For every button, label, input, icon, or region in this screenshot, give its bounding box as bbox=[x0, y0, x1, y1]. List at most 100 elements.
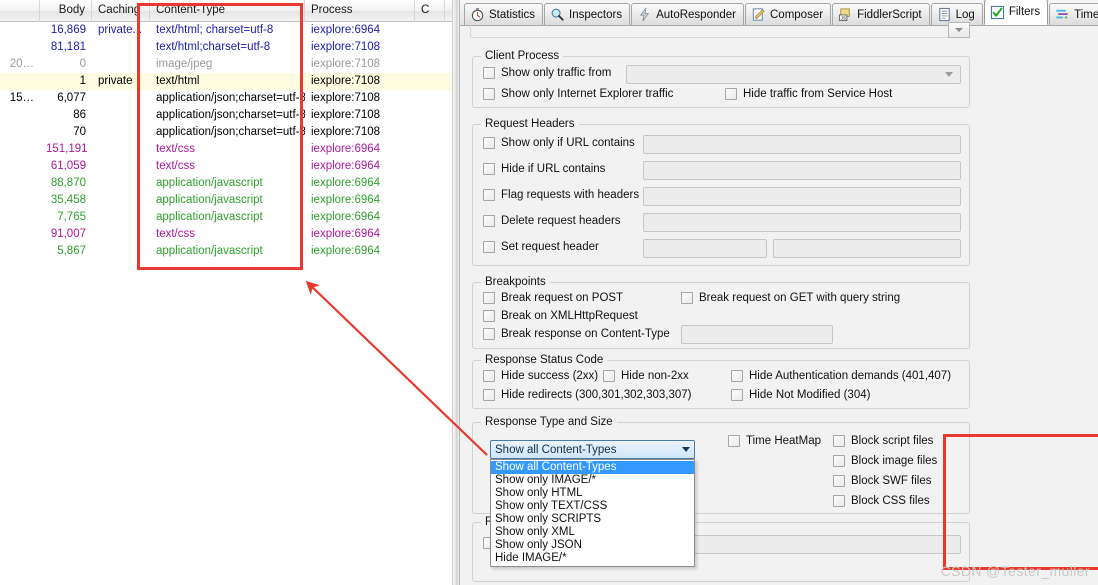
table-row[interactable]: 1 private text/html iexplore:7108 bbox=[0, 73, 452, 90]
select-content-type-filter[interactable]: Show all Content-Types bbox=[490, 440, 695, 459]
checkbox-box[interactable] bbox=[833, 455, 845, 467]
checkbox-hide-if-url-contains[interactable]: Hide if URL contains bbox=[483, 163, 605, 175]
checkbox-show-only-if-url-contains[interactable]: Show only if URL contains bbox=[483, 137, 635, 149]
checkbox-box[interactable] bbox=[483, 67, 495, 79]
checkbox-box[interactable] bbox=[483, 88, 495, 100]
checkbox-box[interactable] bbox=[731, 370, 743, 382]
checkbox-box[interactable] bbox=[483, 328, 495, 340]
dropdown-option[interactable]: Show only IMAGE/* bbox=[491, 474, 694, 487]
session-grid-body[interactable]: 16,869 private... text/html; charset=utf-8… bbox=[0, 22, 452, 260]
checkbox-hide-service-host-traffic[interactable]: Hide traffic from Service Host bbox=[725, 88, 892, 100]
tab-timeline[interactable]: Timeline bbox=[1049, 3, 1098, 25]
checkbox-hide-auth-demands[interactable]: Hide Authentication demands (401,407) bbox=[731, 370, 951, 382]
checkbox-box[interactable] bbox=[483, 310, 495, 322]
table-row[interactable]: 81,181 text/html;charset=utf-8 iexplore:71… bbox=[0, 39, 452, 56]
checkbox-box[interactable] bbox=[483, 137, 495, 149]
panel-scroll-spinner[interactable] bbox=[948, 22, 970, 38]
session-list-pane: Body Caching Content-Type Process C 16,8… bbox=[0, 0, 452, 585]
table-row[interactable]: 61,059 text/css iexplore:6964 bbox=[0, 158, 452, 175]
checkbox-box[interactable] bbox=[483, 292, 495, 304]
checkbox-block-image-files[interactable]: Block image files bbox=[833, 455, 937, 467]
input-set-request-header-value[interactable] bbox=[773, 239, 961, 258]
column-header-more[interactable]: C bbox=[415, 0, 445, 22]
checkbox-block-swf-files[interactable]: Block SWF files bbox=[833, 475, 932, 487]
checkbox-box[interactable] bbox=[833, 495, 845, 507]
checkbox-show-only-ie-traffic[interactable]: Show only Internet Explorer traffic bbox=[483, 88, 673, 100]
checkbox-flag-requests-with-headers[interactable]: Flag requests with headers bbox=[483, 189, 639, 201]
table-row[interactable]: 35,458 application/javascript iexplore:696… bbox=[0, 192, 452, 209]
checkbox-hide-not-modified[interactable]: Hide Not Modified (304) bbox=[731, 389, 870, 401]
table-row[interactable]: 91,007 text/css iexplore:6964 bbox=[0, 226, 452, 243]
checkbox-box[interactable] bbox=[728, 435, 740, 447]
dropdown-content-type-options[interactable]: Show all Content-Types Show only IMAGE/* S… bbox=[490, 459, 695, 567]
select-traffic-from-process[interactable] bbox=[626, 65, 961, 84]
column-header-body[interactable]: Body bbox=[40, 0, 92, 22]
table-row[interactable]: 70 application/json;charset=utf-8 iexplore… bbox=[0, 124, 452, 141]
checkbox-box[interactable] bbox=[483, 163, 495, 175]
checkbox-box[interactable] bbox=[483, 370, 495, 382]
dropdown-option[interactable]: Show only HTML bbox=[491, 487, 694, 500]
checkbox-break-request-on-post[interactable]: Break request on POST bbox=[483, 292, 623, 304]
checkbox-box[interactable] bbox=[725, 88, 737, 100]
group-client-process-legend: Client Process bbox=[481, 50, 564, 62]
checkbox-box[interactable] bbox=[483, 189, 495, 201]
column-header-host[interactable] bbox=[0, 0, 40, 22]
checkbox-hide-non-2xx[interactable]: Hide non-2xx bbox=[603, 370, 689, 382]
table-row[interactable]: 5,867 application/javascript iexplore:6964 bbox=[0, 243, 452, 260]
checkbox-box[interactable] bbox=[603, 370, 615, 382]
timeline-icon bbox=[1055, 7, 1070, 22]
column-header-process[interactable]: Process bbox=[305, 0, 415, 22]
checkbox-break-response-on-content-type[interactable]: Break response on Content-Type bbox=[483, 328, 670, 340]
checkbox-set-request-header[interactable]: Set request header bbox=[483, 241, 599, 253]
input-hide-if-url-contains[interactable] bbox=[643, 161, 961, 180]
checkbox-hide-success-2xx[interactable]: Hide success (2xx) bbox=[483, 370, 598, 382]
table-row[interactable]: 88,870 application/javascript iexplore:696… bbox=[0, 175, 452, 192]
table-row[interactable]: 151,191 text/css iexplore:6964 bbox=[0, 141, 452, 158]
checkbox-label: Block image files bbox=[851, 455, 938, 467]
cell-caching bbox=[92, 158, 150, 175]
column-header-content-type[interactable]: Content-Type bbox=[150, 0, 305, 22]
input-set-request-header-name[interactable] bbox=[643, 239, 767, 258]
dropdown-option[interactable]: Show only TEXT/CSS bbox=[491, 500, 694, 513]
checkbox-label: Set request header bbox=[501, 241, 599, 253]
dropdown-option[interactable]: Show only SCRIPTS bbox=[491, 513, 694, 526]
dropdown-option[interactable]: Hide IMAGE/* bbox=[491, 552, 694, 565]
tab-filters[interactable]: Filters bbox=[983, 0, 1049, 25]
dropdown-option[interactable]: Show only JSON bbox=[491, 539, 694, 552]
checkbox-box[interactable] bbox=[483, 389, 495, 401]
checkbox-box[interactable] bbox=[833, 475, 845, 487]
checkbox-break-on-xmlhttprequest[interactable]: Break on XMLHttpRequest bbox=[483, 310, 638, 322]
dropdown-option[interactable]: Show all Content-Types bbox=[491, 461, 694, 474]
table-row[interactable]: 16,869 private... text/html; charset=utf-8… bbox=[0, 22, 452, 39]
checkbox-box[interactable] bbox=[483, 241, 495, 253]
input-break-response-content-type[interactable] bbox=[681, 325, 833, 344]
pane-splitter[interactable] bbox=[452, 0, 460, 585]
checkbox-hide-redirects[interactable]: Hide redirects (300,301,302,303,307) bbox=[483, 389, 692, 401]
column-header-caching[interactable]: Caching bbox=[92, 0, 150, 22]
cell-body: 61,059 bbox=[50, 160, 86, 172]
checkbox-box[interactable] bbox=[681, 292, 693, 304]
input-flag-requests-with-headers[interactable] bbox=[643, 187, 961, 206]
checkbox-box[interactable] bbox=[833, 435, 845, 447]
table-row[interactable]: 7,765 application/javascript iexplore:6964 bbox=[0, 209, 452, 226]
checkbox-box[interactable] bbox=[483, 215, 495, 227]
table-row[interactable]: 86 application/json;charset=utf-8 iexplore… bbox=[0, 107, 452, 124]
tab-fiddlerscript-label: FiddlerScript bbox=[857, 8, 922, 21]
input-show-only-if-url-contains[interactable] bbox=[643, 135, 961, 154]
cell-host bbox=[0, 22, 40, 39]
checkbox-delete-request-headers[interactable]: Delete request headers bbox=[483, 215, 621, 227]
table-row[interactable]: 20… 0 image/jpeg iexplore:7108 bbox=[0, 56, 452, 73]
checkbox-time-heatmap[interactable]: Time HeatMap bbox=[728, 435, 821, 447]
checkbox-break-request-on-get-query[interactable]: Break request on GET with query string bbox=[681, 292, 900, 304]
cell-caching bbox=[92, 56, 150, 73]
cell-caching bbox=[92, 226, 150, 243]
checkbox-block-script-files[interactable]: Block script files bbox=[833, 435, 933, 447]
checkbox-show-only-traffic-from[interactable]: Show only traffic from bbox=[483, 67, 611, 79]
table-row[interactable]: 15… 6,077 application/json;charset=utf-8 ie… bbox=[0, 90, 452, 107]
checkbox-block-css-files[interactable]: Block CSS files bbox=[833, 495, 930, 507]
input-delete-request-headers[interactable] bbox=[643, 213, 961, 232]
tab-timeline-label: Timeline bbox=[1074, 8, 1098, 21]
cell-content-type: text/html;charset=utf-8 bbox=[156, 41, 271, 53]
dropdown-option[interactable]: Show only XML bbox=[491, 526, 694, 539]
checkbox-box[interactable] bbox=[731, 389, 743, 401]
